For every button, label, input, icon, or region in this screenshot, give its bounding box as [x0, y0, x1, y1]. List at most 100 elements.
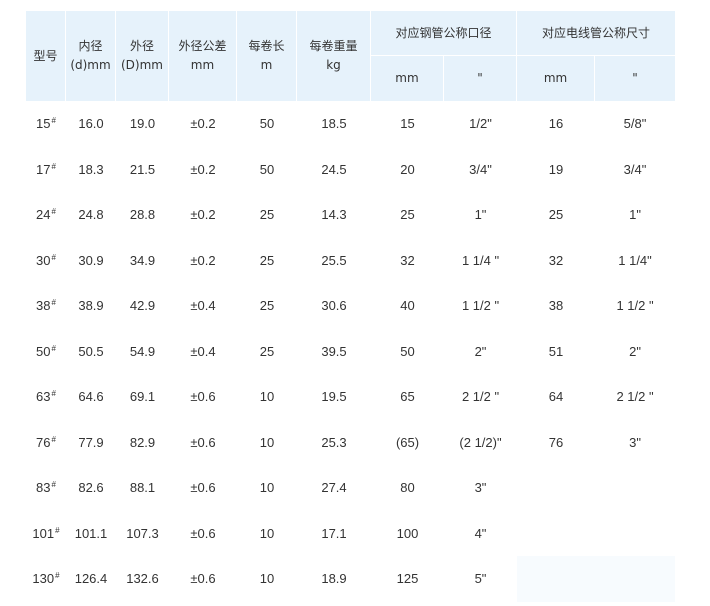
cell-conduit-mm: 64	[548, 389, 564, 405]
cell-conduit-empty	[517, 556, 676, 602]
cell-conduit-mm: 16	[548, 116, 564, 132]
cell-conduit-mm	[517, 465, 595, 511]
model-number: 76	[36, 434, 51, 450]
model-number: 24	[36, 207, 51, 223]
model-mark: #	[51, 434, 56, 444]
cell-model: 15#	[26, 101, 66, 147]
model-mark: #	[51, 161, 56, 171]
header-roll-length-unit: m	[260, 58, 273, 72]
cell-steel-pipe-inch: 1"	[474, 207, 487, 223]
model-number: 15	[36, 116, 51, 132]
cell-steel-pipe-mm: 65	[400, 389, 415, 405]
table-row: 30# 30.9 34.9 ±0.2 25 25.5 32 1 1/4 " 32…	[26, 238, 675, 284]
cell-conduit-inch: 2"	[629, 343, 641, 359]
header-inner-diameter: 内径 (d)mm	[66, 11, 116, 101]
cell-conduit-mm	[517, 511, 595, 557]
cell-outer-diameter: 19.0	[129, 116, 156, 132]
model-mark: #	[51, 389, 56, 399]
cell-outer-tolerance: ±0.4	[190, 343, 216, 359]
cell-conduit-inch: 1"	[629, 207, 641, 223]
cell-roll-weight: 17.1	[321, 525, 347, 541]
header-inner-diameter-name: 内径	[78, 39, 103, 53]
cell-outer-diameter: 69.1	[129, 389, 156, 405]
header-roll-weight-name: 每卷重量	[309, 39, 358, 53]
cell-model: 76#	[26, 420, 66, 466]
cell-conduit-inch: 2 1/2 "	[616, 389, 654, 405]
cell-roll-weight: 25.5	[321, 252, 347, 268]
cell-outer-diameter: 132.6	[126, 571, 159, 587]
cell-inner-diameter: 64.6	[78, 389, 104, 405]
cell-steel-pipe-mm: 20	[400, 161, 415, 177]
model-mark: #	[51, 207, 56, 217]
cell-roll-length: 25	[259, 298, 275, 314]
cell-outer-diameter: 28.8	[129, 207, 156, 223]
header-outer-tolerance: 外径公差 mm	[169, 11, 237, 101]
cell-roll-length: 50	[259, 161, 275, 177]
cell-outer-diameter: 54.9	[129, 343, 156, 359]
header-conduit-mm: mm	[517, 56, 596, 101]
header-inner-diameter-unit: (d)mm	[70, 58, 111, 72]
cell-outer-diameter: 34.9	[129, 252, 156, 268]
table-row: 38# 38.9 42.9 ±0.4 25 30.6 40 1 1/2 " 38…	[26, 283, 675, 329]
cell-inner-diameter: 50.5	[78, 343, 104, 359]
cell-conduit-inch: 3"	[629, 434, 641, 450]
cell-outer-diameter: 21.5	[129, 161, 156, 177]
cell-conduit-mm: 25	[548, 207, 564, 223]
model-number: 30	[36, 252, 51, 268]
cell-steel-pipe-mm: (65)	[395, 434, 420, 450]
cell-roll-weight: 18.5	[321, 116, 347, 132]
cell-conduit-mm: 38	[548, 298, 564, 314]
header-roll-weight: 每卷重量 kg	[297, 11, 371, 101]
cell-conduit-inch: 3/4"	[623, 161, 647, 177]
cell-steel-pipe-inch: 3"	[474, 480, 487, 496]
cell-steel-pipe-inch: 2"	[474, 343, 487, 359]
header-conduit-inch: "	[595, 56, 676, 101]
cell-inner-diameter: 77.9	[78, 434, 104, 450]
model-number: 38	[36, 298, 51, 314]
cell-roll-weight: 18.9	[321, 571, 347, 587]
cell-inner-diameter: 82.6	[78, 480, 104, 496]
header-roll-length-name: 每卷长	[248, 39, 285, 53]
cell-model: 50#	[26, 329, 66, 375]
cell-conduit-mm: 32	[548, 252, 564, 268]
cell-steel-pipe-inch: 1 1/2 "	[461, 298, 500, 314]
cell-outer-tolerance: ±0.6	[190, 571, 216, 587]
cell-model: 24#	[26, 192, 66, 238]
cell-roll-weight: 27.4	[321, 480, 347, 496]
header-outer-diameter: 外径 (D)mm	[116, 11, 169, 101]
model-number: 101	[32, 525, 55, 541]
cell-roll-length: 10	[259, 480, 275, 496]
header-steel-pipe-mm: mm	[371, 56, 444, 101]
cell-roll-length: 25	[259, 252, 275, 268]
cell-roll-length: 50	[259, 116, 275, 132]
table-row: 76# 77.9 82.9 ±0.6 10 25.3 (65) (2 1/2)"…	[26, 420, 675, 466]
cell-outer-diameter: 82.9	[129, 434, 156, 450]
cell-steel-pipe-mm: 80	[400, 480, 415, 496]
table-row: 83# 82.6 88.1 ±0.6 10 27.4 80 3"	[26, 465, 675, 511]
model-mark: #	[51, 343, 56, 353]
cell-outer-tolerance: ±0.2	[190, 207, 216, 223]
cell-outer-tolerance: ±0.4	[190, 298, 216, 314]
cell-outer-tolerance: ±0.6	[190, 434, 216, 450]
cell-outer-tolerance: ±0.6	[190, 389, 216, 405]
cell-inner-diameter: 16.0	[78, 116, 104, 132]
cell-steel-pipe-inch: 1/2"	[469, 116, 492, 132]
cell-steel-pipe-mm: 50	[400, 343, 415, 359]
cell-conduit-mm: 19	[548, 161, 564, 177]
header-roll-weight-unit: kg	[326, 58, 341, 72]
pipe-spec-table: 型号 内径 (d)mm 外径 (D)mm 外径公差 mm 每卷长 m 每卷重量 …	[26, 11, 676, 602]
cell-conduit-mm: 51	[548, 343, 564, 359]
model-mark: #	[55, 571, 60, 581]
header-outer-diameter-unit: (D)mm	[121, 58, 163, 72]
table-row: 101# 101.1 107.3 ±0.6 10 17.1 100 4"	[26, 511, 675, 557]
cell-outer-diameter: 42.9	[129, 298, 156, 314]
header-steel-pipe-inch: "	[444, 56, 518, 101]
model-mark: #	[51, 298, 56, 308]
cell-steel-pipe-mm: 25	[400, 207, 415, 223]
cell-steel-pipe-mm: 32	[400, 252, 415, 268]
cell-model: 30#	[26, 238, 66, 284]
cell-steel-pipe-mm: 125	[396, 571, 419, 587]
header-steel-pipe-group: 对应钢管公称口径	[371, 11, 518, 56]
cell-outer-diameter: 88.1	[129, 480, 156, 496]
cell-conduit-inch	[595, 465, 675, 511]
